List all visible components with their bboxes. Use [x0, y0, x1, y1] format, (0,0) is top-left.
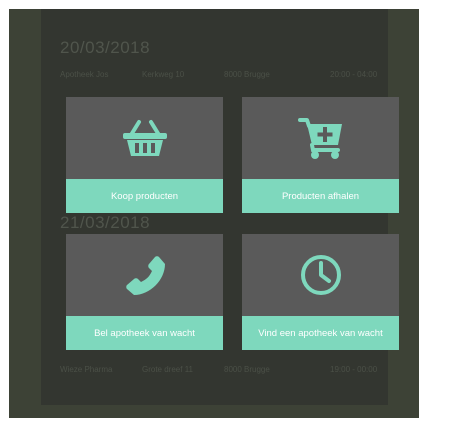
koop-producten-button[interactable]: Koop producten	[66, 97, 223, 213]
tile-label: Koop producten	[66, 179, 223, 213]
tile-icon-area	[66, 97, 223, 179]
pharmacy-address: Kerkweg 10	[142, 70, 185, 79]
bel-apotheek-button[interactable]: Bel apotheek van wacht	[66, 234, 223, 350]
pharmacy-address: Grote dreef 11	[142, 365, 193, 374]
tile-label: Vind een apotheek van wacht	[242, 316, 399, 350]
clock-icon	[300, 255, 341, 295]
pharmacy-hours: 19:00 - 00:00	[330, 365, 378, 374]
basket-icon	[122, 120, 167, 156]
tile-label: Producten afhalen	[242, 179, 399, 213]
tile-label: Bel apotheek van wacht	[66, 316, 223, 350]
date-heading: 21/03/2018	[60, 213, 151, 232]
phone-icon	[125, 256, 165, 295]
date-heading: 20/03/2018	[60, 38, 151, 57]
cart-plus-icon	[297, 118, 342, 159]
pharmacy-city: 8000 Brugge	[224, 70, 270, 79]
producten-afhalen-button[interactable]: Producten afhalen	[242, 97, 399, 213]
pharmacy-hours: 20:00 - 04:00	[330, 70, 378, 79]
tile-icon-area	[242, 97, 399, 179]
pharmacy-row: Wieze Pharma Grote dreef 11 8000 Brugge …	[60, 365, 390, 379]
tile-icon-area	[66, 234, 223, 316]
pharmacy-row: Apotheek Jos Kerkweg 10 8000 Brugge 20:0…	[60, 70, 390, 84]
vind-apotheek-button[interactable]: Vind een apotheek van wacht	[242, 234, 399, 350]
pharmacy-name: Apotheek Jos	[60, 70, 109, 79]
pharmacy-name: Wieze Pharma	[60, 365, 113, 374]
tile-icon-area	[242, 234, 399, 316]
pharmacy-city: 8000 Brugge	[224, 365, 270, 374]
